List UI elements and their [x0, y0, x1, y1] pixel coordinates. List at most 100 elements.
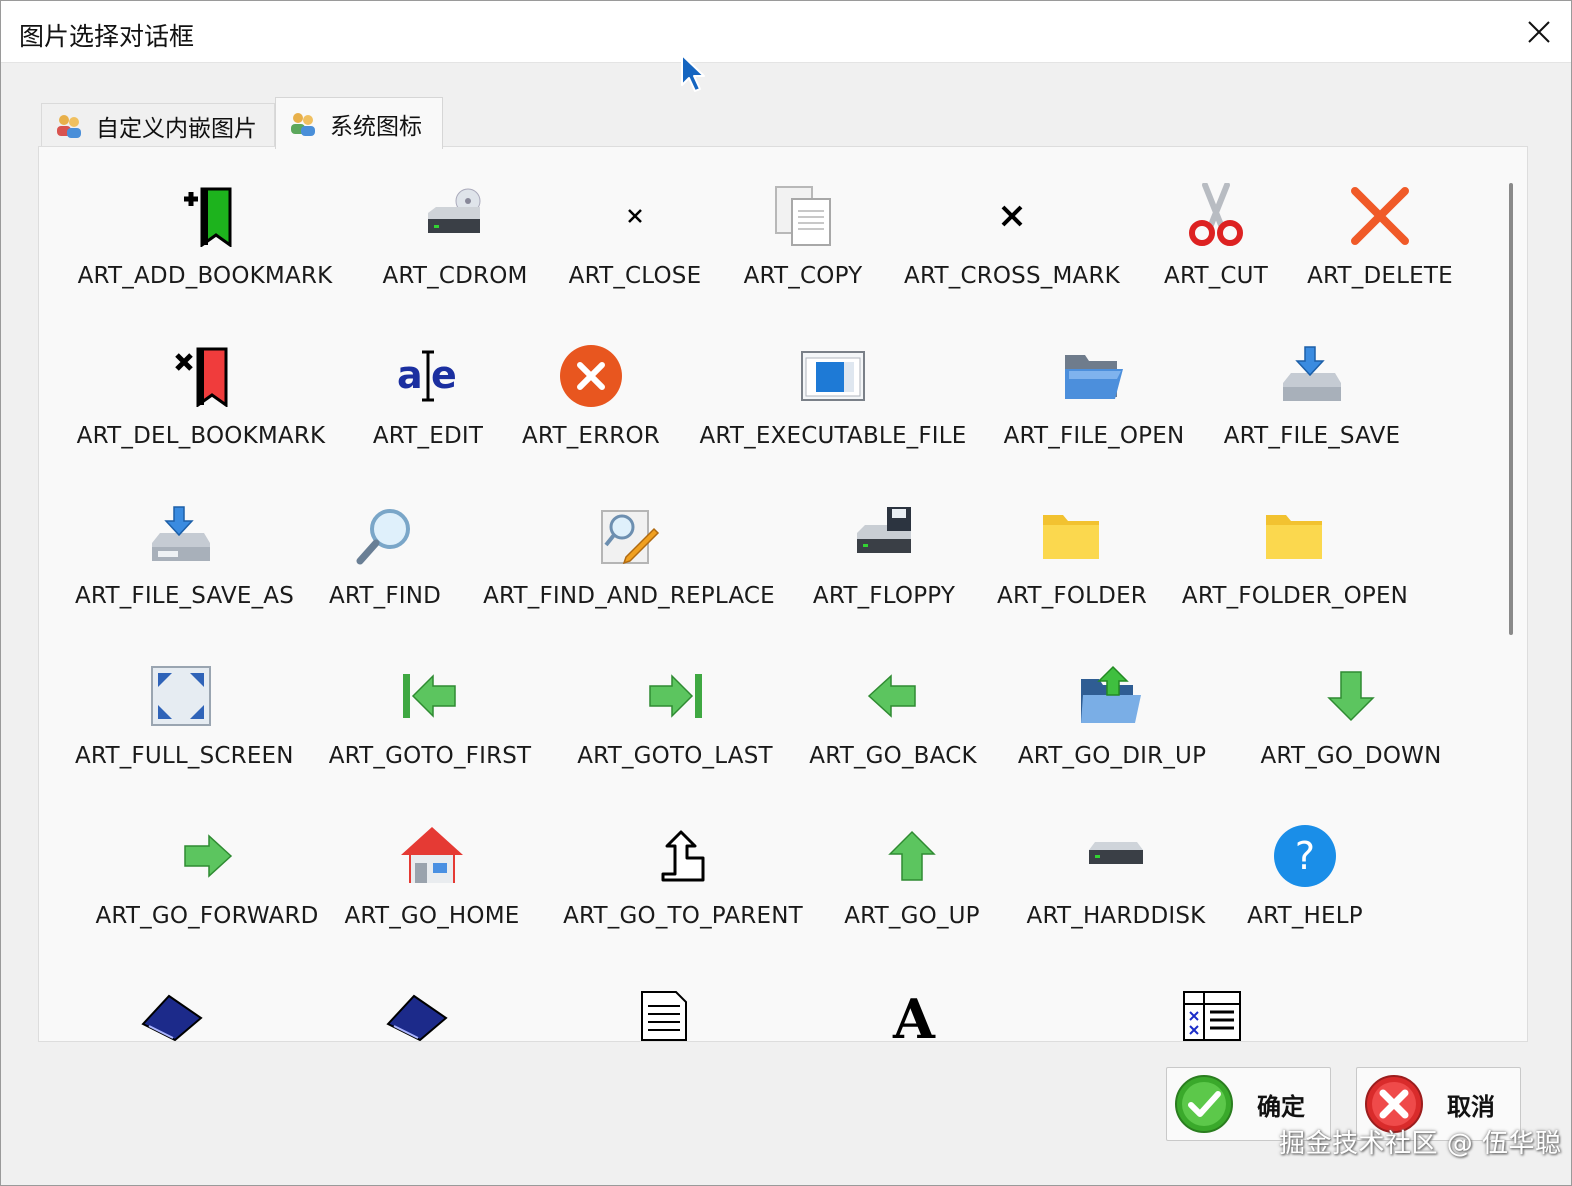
icon-list-item[interactable] [569, 947, 759, 1041]
icon-list-item[interactable]: ART_DEL_BOOKMARK [75, 307, 327, 467]
icon-list-item[interactable]: ART_FILE_OPEN [991, 307, 1197, 467]
icon-label: ART_DEL_BOOKMARK [76, 423, 326, 449]
icon-list-item[interactable]: ART_FOLDER [989, 467, 1155, 627]
icon-list-item[interactable]: ART_EXECUTABLE_FILE [685, 307, 981, 467]
window-title: 图片选择对话框 [19, 22, 195, 51]
icon-list-item[interactable]: ART_FIND [319, 467, 451, 627]
icon-list-item[interactable]: ART_FULL_SCREEN [75, 627, 294, 787]
svg-text:A: A [892, 990, 936, 1042]
icon-list-item[interactable]: ART_FILE_SAVE_AS [75, 467, 294, 627]
icon-list-item[interactable]: ART_ERROR [507, 307, 675, 467]
icon-label: ART_GO_DOWN [1260, 743, 1442, 769]
icon-list-item[interactable]: ART_FIND_AND_REPLACE [469, 467, 789, 627]
icon-label: ART_HELP [1247, 903, 1363, 929]
magnifier-icon [350, 501, 420, 571]
icon-list-item[interactable]: a e ART_EDIT [349, 307, 507, 467]
vertical-scrollbar[interactable] [1509, 183, 1513, 635]
cdrom-icon [420, 181, 490, 251]
icon-label: ART_GO_HOME [344, 903, 520, 929]
icon-label: ART_GOTO_FIRST [328, 743, 532, 769]
report-view-icon [1177, 981, 1247, 1041]
file-open-icon [1059, 341, 1129, 411]
icon-label: ART_ADD_BOOKMARK [77, 263, 333, 289]
cancel-label: 取消 [1447, 1092, 1495, 1121]
icon-list-item[interactable]: ART_GO_HOME [337, 787, 527, 947]
svg-text:a: a [397, 353, 423, 397]
icon-label: ART_FIND_AND_REPLACE [483, 583, 775, 609]
tab-custom-embedded-images[interactable]: 自定义内嵌图片 [41, 103, 275, 147]
icon-list-item[interactable]: ART_GOTO_FIRST [317, 627, 543, 787]
icon-list-item[interactable] [319, 947, 515, 1041]
close-button[interactable] [1507, 1, 1571, 63]
icon-list-item[interactable] [75, 947, 269, 1041]
help-book-icon [382, 981, 452, 1041]
icon-label: ART_GO_FORWARD [95, 903, 319, 929]
harddisk-icon [1081, 821, 1151, 891]
title-bar: 图片选择对话框 [1, 1, 1571, 63]
arrow-right-icon [172, 821, 242, 891]
edit-text-icon: ae [393, 341, 463, 411]
icon-label: ART_GO_DIR_UP [1017, 743, 1207, 769]
icon-label: ART_DELETE [1307, 263, 1453, 289]
icon-list-item[interactable]: ART_HARDDISK [1011, 787, 1221, 947]
icon-list-item[interactable]: ART_FOLDER_OPEN [1173, 467, 1417, 627]
arrow-left-icon [858, 661, 928, 731]
arrow-down-icon [1316, 661, 1386, 731]
icon-list-item[interactable]: ART_GO_TO_PARENT [549, 787, 817, 947]
icon-grid: ART_ADD_BOOKMARK ART_CDROM ART_CLOSE ART_CO… [39, 147, 1499, 1042]
icon-label: ART_HARDDISK [1026, 903, 1206, 929]
find-replace-icon [594, 501, 664, 571]
image-select-dialog: 图片选择对话框 自定义内嵌图片 系统图标 ART_ADD_BOOKMARK AR… [0, 0, 1572, 1186]
icon-label: ART_EXECUTABLE_FILE [699, 423, 967, 449]
scissors-icon [1181, 181, 1251, 251]
icon-label: ART_ERROR [522, 423, 660, 449]
del-bookmark-icon [166, 341, 236, 411]
home-icon [397, 821, 467, 891]
cross-mark-icon [977, 181, 1047, 251]
icon-list-item[interactable]: ART_CROSS_MARK [887, 147, 1137, 307]
delete-x-icon [1345, 181, 1415, 251]
icon-label: ART_CUT [1164, 263, 1268, 289]
icon-label: ART_CDROM [382, 263, 528, 289]
add-bookmark-icon [170, 181, 240, 251]
icon-list-item[interactable]: ART_CLOSE [551, 147, 719, 307]
icon-list-item[interactable]: ART_GO_DOWN [1237, 627, 1465, 787]
icon-list-item[interactable] [1099, 947, 1325, 1041]
folder-open-icon [1260, 501, 1330, 571]
icon-list-item[interactable]: ART_CDROM [359, 147, 551, 307]
watermark: 掘金技术社区 @ 伍华聪 [1279, 1129, 1562, 1159]
folder-icon [1037, 501, 1107, 571]
icon-list-item[interactable]: A [819, 947, 1009, 1042]
icon-list-item[interactable]: ART_CUT [1147, 147, 1285, 307]
users-icon [54, 112, 84, 140]
icon-label: ART_GO_TO_PARENT [563, 903, 803, 929]
icon-label: ART_EDIT [372, 423, 484, 449]
svg-text:e: e [431, 353, 457, 397]
icon-list-item[interactable]: ART_DELETE [1285, 147, 1475, 307]
icon-list-item[interactable]: ART_GOTO_LAST [563, 627, 787, 787]
icon-list-item[interactable]: ART_FLOPPY [799, 467, 969, 627]
file-save-as-icon [146, 501, 216, 571]
tab-label: 系统图标 [330, 113, 422, 140]
tab-system-icons[interactable]: 系统图标 [275, 97, 443, 149]
icon-list-panel[interactable]: ART_ADD_BOOKMARK ART_CDROM ART_CLOSE ART_CO… [38, 146, 1528, 1042]
close-icon [1528, 21, 1550, 43]
icon-list-item[interactable]: ? ART_HELP [1235, 787, 1375, 947]
icon-list-item[interactable]: ART_GO_DIR_UP [1005, 627, 1219, 787]
floppy-icon [849, 501, 919, 571]
icon-label: ART_COPY [743, 263, 863, 289]
arrow-up-icon [877, 821, 947, 891]
goto-last-icon [640, 661, 710, 731]
icon-list-item[interactable]: ART_ADD_BOOKMARK [75, 147, 335, 307]
icon-label: ART_FILE_SAVE [1223, 423, 1401, 449]
mouse-cursor-icon [681, 54, 705, 92]
icon-list-item[interactable]: ART_FILE_SAVE [1209, 307, 1415, 467]
icon-list-item[interactable]: ART_GO_BACK [795, 627, 991, 787]
icon-list-item[interactable]: ART_GO_UP [837, 787, 987, 947]
icon-list-item[interactable]: ART_GO_FORWARD [75, 787, 339, 947]
help-book-icon [137, 981, 207, 1041]
icon-label: ART_FLOPPY [812, 583, 956, 609]
icon-list-item[interactable]: ART_COPY [719, 147, 887, 307]
tab-label: 自定义内嵌图片 [96, 115, 257, 142]
file-save-icon [1277, 341, 1347, 411]
